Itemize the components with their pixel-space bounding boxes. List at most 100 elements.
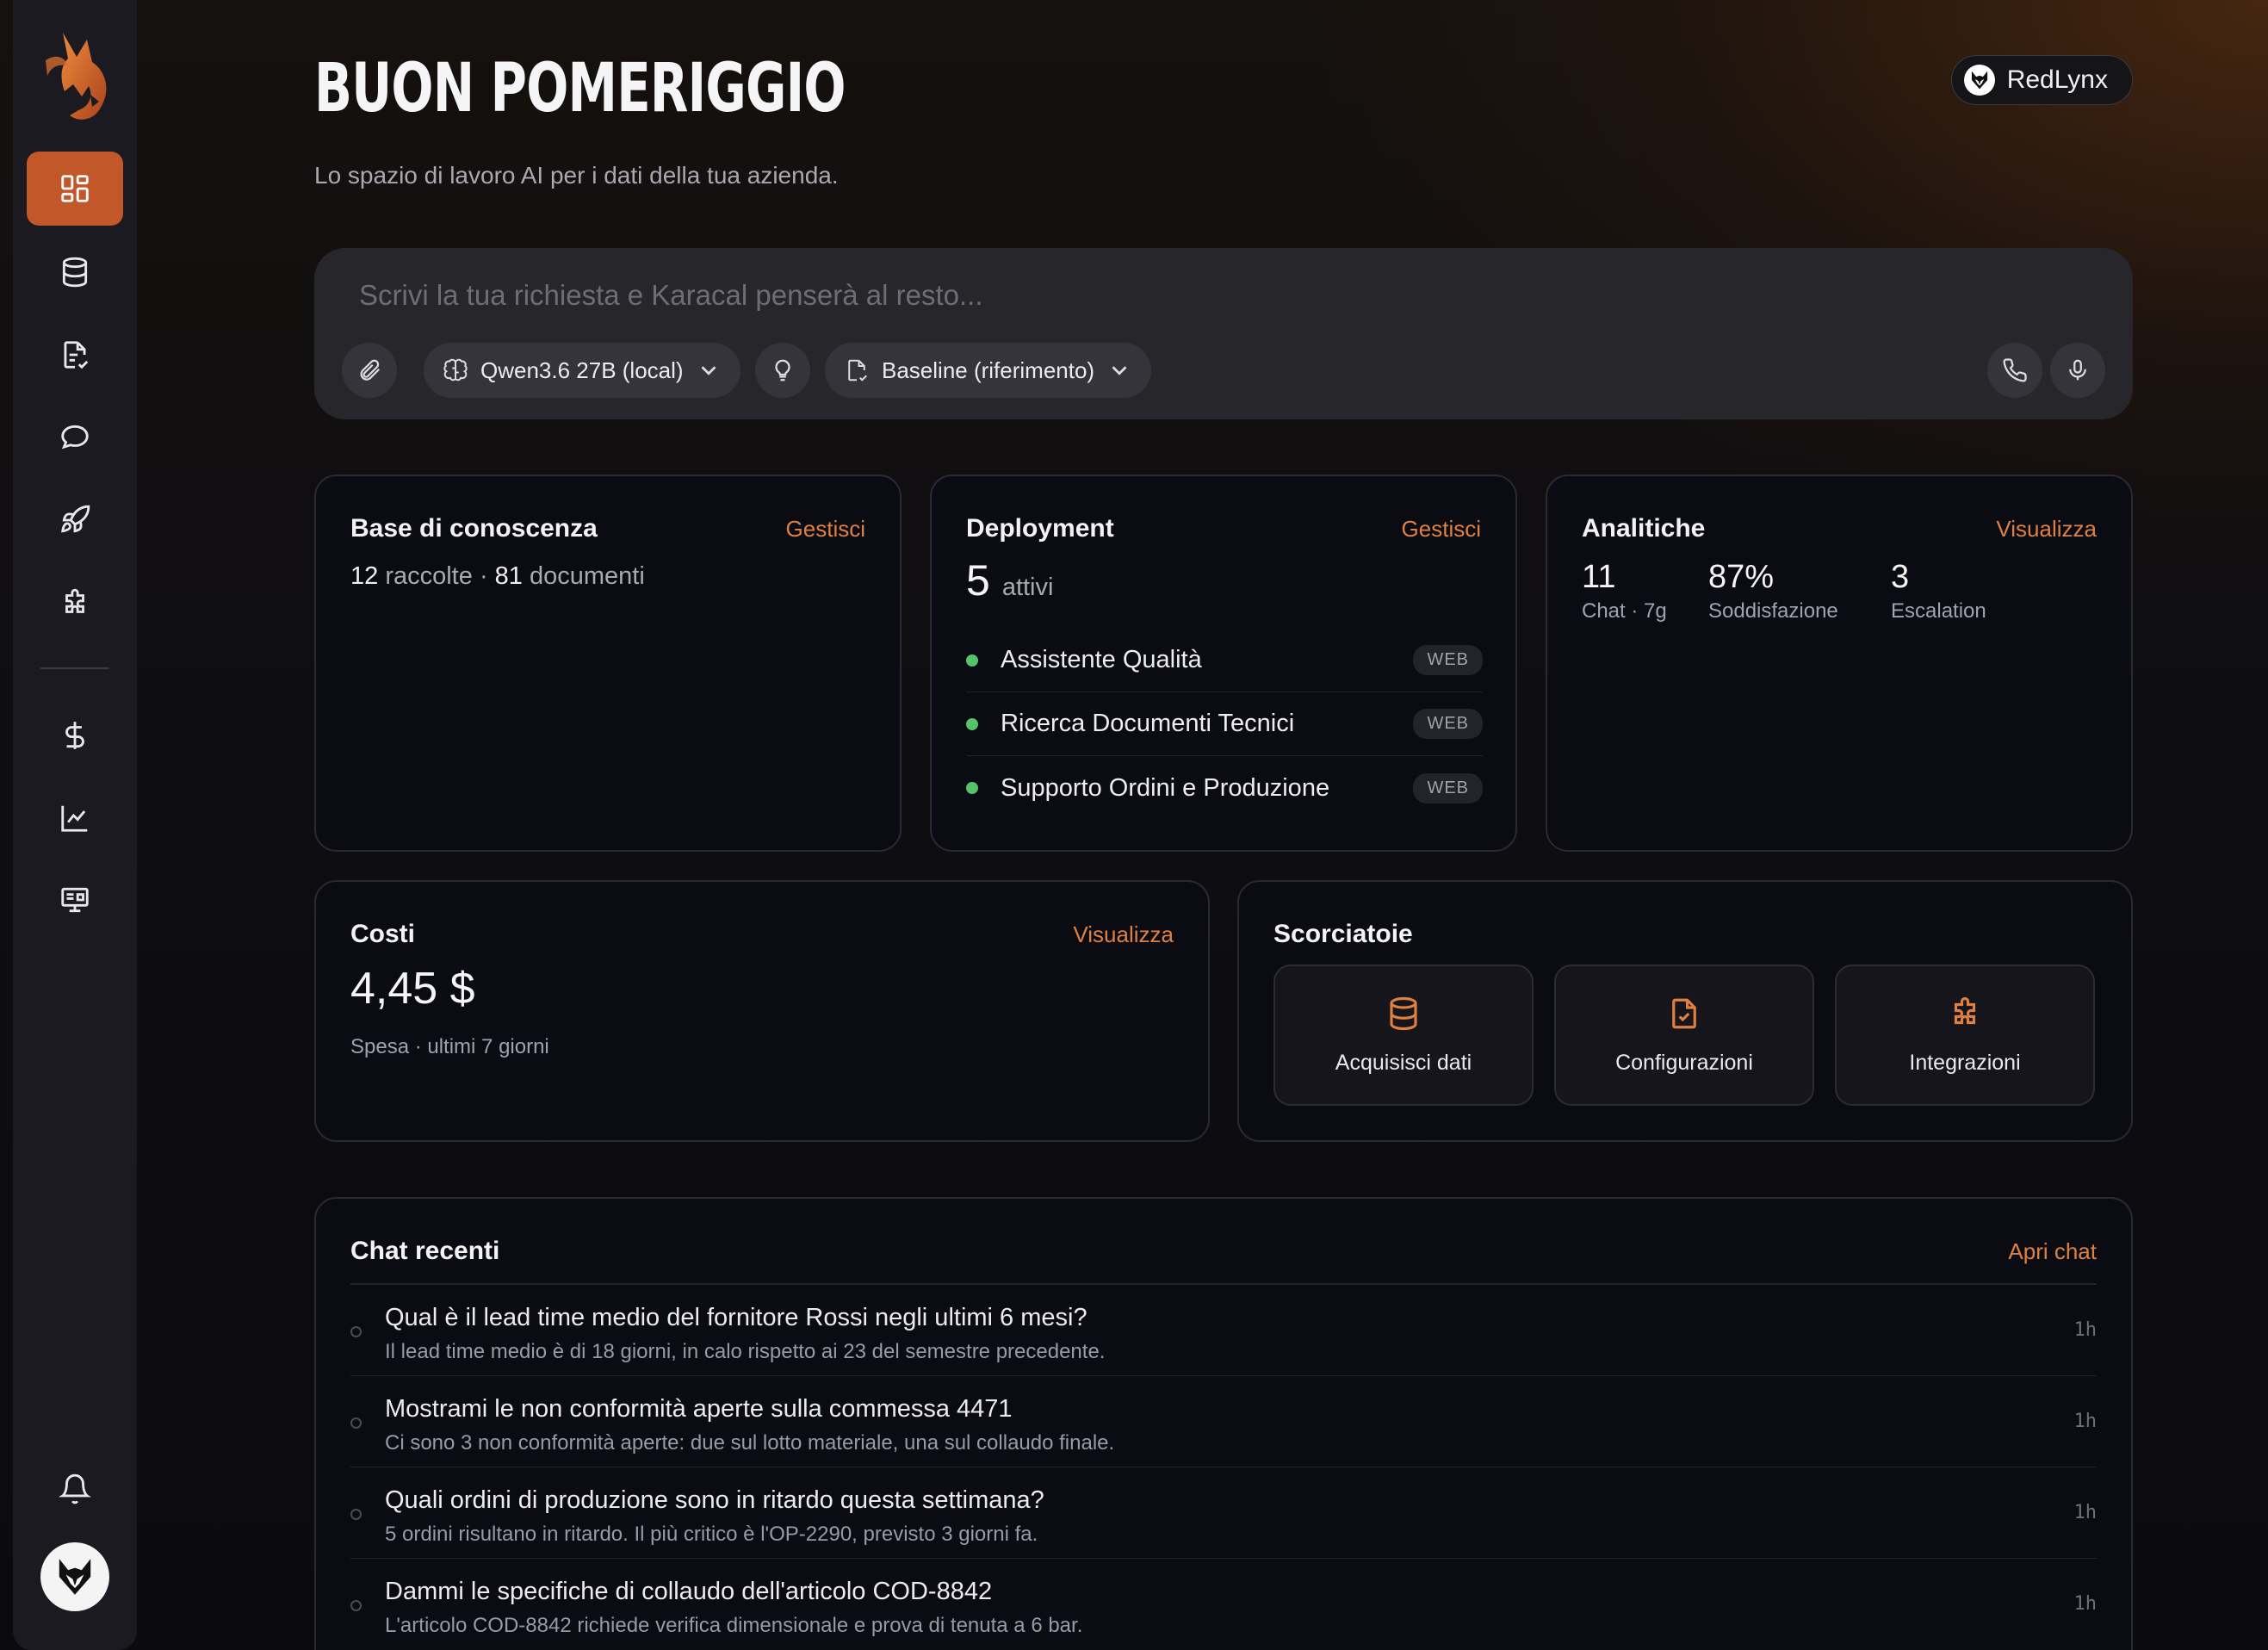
deployment-manage-link[interactable]: Gestisci: [1402, 516, 1481, 543]
database-icon: [1390, 996, 1417, 1030]
profile-name: Baseline (riferimento): [882, 357, 1095, 383]
stat-satisfaction: 87% Soddisfazione: [1708, 559, 1838, 623]
phone-icon: [2003, 358, 2027, 382]
deployment-name: Assistente Qualità: [1001, 646, 1202, 673]
chat-answer-preview: Il lead time medio è di 18 giorni, in ca…: [385, 1340, 1106, 1363]
recent-chats-card: Chat recenti Apri chat Qual è il lead ti…: [314, 1197, 2133, 1650]
status-circle-icon: [350, 1509, 362, 1520]
document-check-icon: [848, 359, 867, 381]
card-title: Deployment: [966, 514, 1114, 543]
chat-time: 1h: [2073, 1411, 2098, 1432]
call-button[interactable]: [1987, 343, 2042, 398]
stat-value: 87%: [1708, 559, 1775, 595]
sidebar-item-integrations[interactable]: [27, 567, 123, 641]
collections-label: raccolte: [385, 562, 473, 590]
status-circle-icon: [350, 1417, 362, 1429]
status-circle-icon: [350, 1600, 362, 1611]
organization-selector[interactable]: RedLynx: [1950, 55, 2133, 105]
chat-answer-preview: L'articolo COD-8842 richiede verifica di…: [385, 1614, 1083, 1637]
chat-question: Quali ordini di produzione sono in ritar…: [385, 1486, 1044, 1514]
sidebar-item-analytics[interactable]: [27, 781, 123, 855]
separator: ·: [479, 562, 488, 590]
shortcut-integrations[interactable]: Integrazioni: [1835, 965, 2095, 1106]
deployment-item[interactable]: Assistente Qualità WEB: [966, 629, 1483, 692]
sidebar-item-costs[interactable]: [27, 698, 123, 772]
cost-value: 4,45 $: [350, 964, 475, 1014]
knowledge-base-card: Base di conoscenza Gestisci 12 raccolte …: [314, 475, 902, 852]
chat-list-item[interactable]: Quali ordini di produzione sono in ritar…: [350, 1467, 2097, 1559]
channel-badge: WEB: [1413, 709, 1483, 739]
deployment-count: 5 attivi: [966, 555, 1053, 605]
sidebar-item-chat[interactable]: [27, 400, 123, 475]
deployment-item[interactable]: Ricerca Documenti Tecnici WEB: [966, 692, 1483, 756]
open-chat-link[interactable]: Apri chat: [2008, 1238, 2097, 1265]
sidebar-item-dashboard[interactable]: [27, 152, 123, 226]
sidebar-item-monitor[interactable]: [27, 863, 123, 937]
microphone-button[interactable]: [2050, 343, 2105, 398]
lynx-logo[interactable]: [39, 28, 121, 124]
attach-button[interactable]: [342, 343, 397, 398]
sidebar-item-configurations[interactable]: [27, 318, 123, 392]
notifications-button[interactable]: [27, 1452, 123, 1526]
cost-label: Spesa · ultimi 7 giorni: [350, 1035, 549, 1058]
profile-selector[interactable]: Baseline (riferimento): [825, 343, 1152, 398]
card-title: Chat recenti: [350, 1237, 500, 1265]
puzzle-icon: [1954, 996, 1976, 1024]
stat-escalation: 3 Escalation: [1891, 559, 1986, 623]
microphone-icon: [2069, 359, 2086, 381]
costs-card: Costi Visualizza 4,45 $ Spesa · ultimi 7…: [314, 880, 1210, 1142]
prompt-box[interactable]: Scrivi la tua richiesta e Karacal penser…: [314, 248, 2133, 419]
status-circle-icon: [350, 1326, 362, 1337]
model-selector[interactable]: Qwen3.6 27B (local): [424, 343, 741, 398]
brain-icon: [443, 358, 468, 381]
chat-question: Mostrami le non conformità aperte sulla …: [385, 1395, 1013, 1423]
costs-view-link[interactable]: Visualizza: [1073, 921, 1174, 948]
bell-icon: [59, 1473, 91, 1504]
active-label: attivi: [1001, 574, 1054, 601]
sidebar-item-data[interactable]: [27, 235, 123, 309]
rocket-icon: [61, 505, 90, 533]
chat-question: Dammi le specifiche di collaudo dell'art…: [385, 1578, 993, 1605]
sidebar-divider: [40, 667, 109, 669]
status-dot: [966, 782, 978, 794]
stat-label: Escalation: [1891, 599, 1986, 623]
shortcuts-card: Scorciatoie Acquisisci dati Configurazio…: [1237, 880, 2133, 1142]
sidebar-item-deployment[interactable]: [27, 483, 123, 557]
document-check-icon: [64, 341, 89, 369]
analytics-card: Analitiche Visualizza 11 Chat · 7g 87% S…: [1546, 475, 2133, 852]
shortcut-configurations[interactable]: Configurazioni: [1554, 965, 1814, 1106]
chat-list-item[interactable]: Mostrami le non conformità aperte sulla …: [350, 1376, 2097, 1467]
organization-name: RedLynx: [2006, 65, 2108, 94]
channel-badge: WEB: [1413, 645, 1483, 675]
chevron-down-icon: [701, 366, 716, 375]
chat-bubble-icon: [61, 425, 89, 450]
analytics-view-link[interactable]: Visualizza: [1996, 516, 2097, 543]
status-dot: [966, 717, 978, 730]
document-check-icon: [1672, 998, 1696, 1028]
ideas-button[interactable]: [755, 343, 810, 398]
chat-list-item[interactable]: Qual è il lead time medio del fornitore …: [350, 1285, 2097, 1376]
channel-badge: WEB: [1413, 772, 1483, 803]
line-chart-icon: [61, 805, 88, 832]
monitor-icon: [61, 887, 89, 913]
knowledge-summary: 12 raccolte · 81 documenti: [350, 562, 645, 591]
deployment-item[interactable]: Supporto Ordini e Produzione WEB: [966, 756, 1483, 820]
user-avatar[interactable]: [40, 1542, 109, 1611]
active-count: 5: [966, 556, 990, 605]
deployment-name: Supporto Ordini e Produzione: [1001, 773, 1330, 802]
lynx-icon: [1963, 65, 1995, 96]
chat-list-item[interactable]: Dammi le specifiche di collaudo dell'art…: [350, 1559, 2097, 1650]
stat-chats: 11 Chat · 7g: [1582, 559, 1667, 623]
dashboard-icon: [61, 175, 89, 202]
documents-count: 81: [494, 562, 523, 590]
collections-count: 12: [350, 562, 379, 590]
prompt-input[interactable]: Scrivi la tua richiesta e Karacal penser…: [359, 279, 983, 312]
chevron-down-icon: [1112, 366, 1127, 375]
page-title: BUON POMERIGGIO: [314, 50, 846, 127]
chat-time: 1h: [2073, 1593, 2098, 1615]
puzzle-icon: [65, 588, 84, 613]
stat-value: 3: [1891, 559, 1910, 595]
knowledge-manage-link[interactable]: Gestisci: [786, 516, 865, 543]
shortcut-acquire-data[interactable]: Acquisisci dati: [1273, 965, 1534, 1106]
main-content: BUON POMERIGGIO Lo spazio di lavoro AI p…: [314, 0, 2133, 1650]
